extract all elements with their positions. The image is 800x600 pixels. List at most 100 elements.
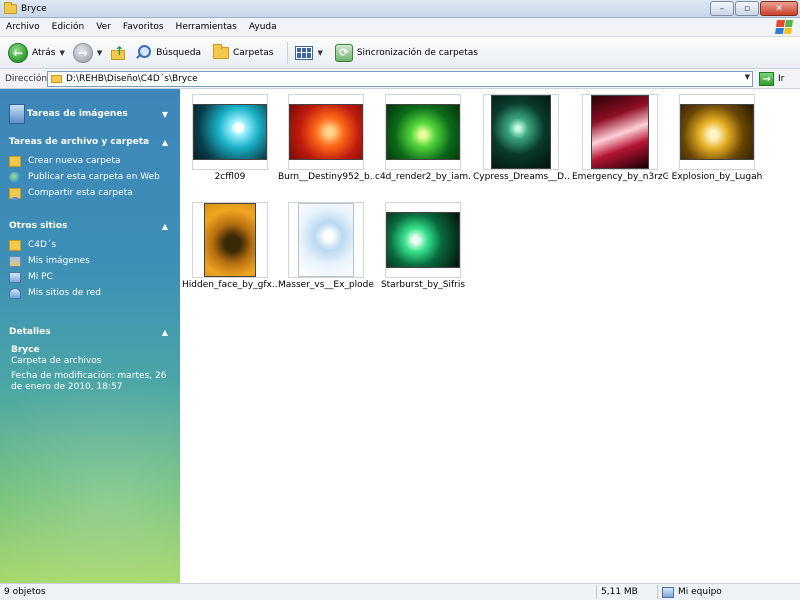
chevron-up-icon[interactable]: ▲	[162, 328, 168, 337]
chevron-down-icon[interactable]: ▼	[745, 73, 750, 81]
menu-bar: Archivo Edición Ver Favoritos Herramient…	[0, 18, 800, 37]
my-pictures-icon	[9, 255, 21, 267]
status-size: 5,11 MB	[601, 587, 638, 597]
task-label: Compartir esta carpeta	[28, 188, 133, 198]
chevron-down-icon[interactable]: ▼	[97, 49, 102, 57]
address-label: Dirección	[5, 73, 48, 84]
window-controls: – ▫ ✕	[709, 1, 798, 16]
chevron-up-icon[interactable]: ▲	[162, 222, 168, 231]
file-name: Hidden_face_by_gfx...	[182, 280, 278, 290]
title-bar: Bryce – ▫ ✕	[0, 0, 800, 18]
file-item[interactable]: Burn__Destiny952_b...	[278, 89, 374, 197]
thumbnail-frame	[483, 94, 559, 170]
file-name: Explosion_by_Lugah	[671, 172, 763, 182]
details-header[interactable]: Detalles ▲	[0, 321, 180, 343]
thumbnail-frame	[192, 94, 268, 170]
task-publish-web[interactable]: Publicar esta carpeta en Web	[0, 169, 180, 185]
thumbnail-frame	[288, 94, 364, 170]
place-c4ds[interactable]: C4D´s	[0, 237, 180, 253]
views-button[interactable]: ▼	[291, 40, 326, 66]
task-label: Publicar esta carpeta en Web	[28, 172, 160, 182]
minimize-button[interactable]: –	[710, 1, 734, 16]
file-item[interactable]: 2cffl09	[182, 89, 278, 197]
image-thumbnail	[491, 95, 551, 169]
folder-icon	[51, 75, 62, 83]
file-item[interactable]: Emergency_by_n3rzGfx	[572, 89, 668, 197]
close-button[interactable]: ✕	[760, 1, 798, 16]
task-label: Crear nueva carpeta	[28, 156, 121, 166]
menu-ayuda[interactable]: Ayuda	[243, 18, 283, 37]
file-name: Burn__Destiny952_b...	[278, 172, 374, 182]
thumbnail-frame	[582, 94, 658, 170]
place-network[interactable]: Mis sitios de red	[0, 285, 180, 301]
thumbnail-frame	[385, 202, 461, 278]
menu-edicion[interactable]: Edición	[46, 18, 91, 37]
sync-folders-button[interactable]: ⟳ Sincronización de carpetas	[331, 40, 482, 66]
search-label: Búsqueda	[156, 47, 201, 58]
menu-archivo[interactable]: Archivo	[0, 18, 46, 37]
forward-button[interactable]: → ▼	[69, 40, 106, 66]
share-folder-icon	[9, 187, 21, 200]
file-tasks-title: Tareas de archivo y carpeta	[9, 137, 150, 147]
toolbar: ← Atrás ▼ → ▼ ↑ Búsqueda Carpetas ▼ ⟳ Si…	[0, 37, 800, 69]
file-view: 2cffl09 Burn__Destiny952_b... c4d_render…	[180, 89, 800, 583]
details-body: Bryce Carpeta de archivos Fecha de modif…	[0, 345, 180, 393]
network-places-icon	[9, 287, 21, 299]
status-location-cell: Mi equipo	[658, 584, 722, 600]
file-item[interactable]: Explosion_by_Lugah	[669, 89, 765, 197]
chevron-up-icon[interactable]: ▲	[162, 138, 168, 147]
file-name: Masser_vs__Ex_plode...	[278, 280, 374, 290]
menu-herramientas[interactable]: Herramientas	[170, 18, 243, 37]
go-button[interactable]: → Ir	[759, 72, 784, 86]
image-tasks-header[interactable]: Tareas de imágenes ▼	[0, 103, 180, 125]
image-thumbnail	[591, 95, 649, 169]
file-tasks-section: Tareas de archivo y carpeta ▲ Crear nuev…	[0, 131, 180, 201]
chevron-down-icon[interactable]: ▼	[317, 49, 322, 57]
task-share-folder[interactable]: Compartir esta carpeta	[0, 185, 180, 201]
go-label: Ir	[778, 74, 785, 84]
details-modified: Fecha de modificación: martes, 26 de ene…	[11, 371, 167, 392]
other-places-header[interactable]: Otros sitios ▲	[0, 215, 180, 237]
details-name: Bryce	[11, 345, 40, 355]
file-item[interactable]: Hidden_face_by_gfx...	[182, 197, 278, 305]
back-button[interactable]: ← Atrás ▼	[4, 40, 69, 66]
chevron-down-icon[interactable]: ▼	[162, 110, 168, 119]
go-arrow-icon: →	[759, 72, 774, 86]
image-thumbnail	[386, 104, 460, 160]
up-folder-button[interactable]: ↑	[106, 40, 130, 66]
computer-icon	[9, 271, 21, 283]
thumbnail-frame	[192, 202, 268, 278]
image-tasks-icon	[9, 104, 25, 124]
folder-icon	[4, 1, 17, 14]
other-places-section: Otros sitios ▲ C4D´s Mis imágenes Mi PC …	[0, 215, 180, 301]
maximize-button[interactable]: ▫	[735, 1, 759, 16]
image-thumbnail	[289, 104, 363, 160]
image-thumbnail	[298, 203, 354, 277]
file-item[interactable]: Starburst_by_Sifris	[375, 197, 471, 305]
other-places-title: Otros sitios	[9, 221, 68, 231]
file-item[interactable]: c4d_render2_by_iam...	[375, 89, 471, 197]
menu-favoritos[interactable]: Favoritos	[117, 18, 170, 37]
address-input[interactable]: D:\REHB\Diseño\C4D´s\Bryce ▼	[47, 71, 753, 87]
windows-logo-icon	[775, 20, 793, 34]
up-folder-icon: ↑	[110, 44, 126, 62]
task-new-folder[interactable]: Crear nueva carpeta	[0, 153, 180, 169]
file-item[interactable]: Cypress_Dreams__D...	[473, 89, 569, 197]
place-my-pictures[interactable]: Mis imágenes	[0, 253, 180, 269]
back-label: Atrás	[32, 47, 56, 58]
search-icon	[134, 44, 152, 62]
web-publish-icon	[9, 171, 21, 183]
folders-label: Carpetas	[232, 47, 274, 58]
file-item[interactable]: Masser_vs__Ex_plode...	[278, 197, 374, 305]
sync-icon: ⟳	[334, 43, 353, 62]
folders-icon	[212, 43, 229, 59]
chevron-down-icon[interactable]: ▼	[59, 49, 64, 57]
place-my-pc[interactable]: Mi PC	[0, 269, 180, 285]
place-label: Mi PC	[28, 272, 53, 282]
place-label: C4D´s	[28, 240, 57, 250]
folders-button[interactable]: Carpetas	[209, 40, 277, 66]
search-button[interactable]: Búsqueda	[130, 40, 205, 66]
views-icon	[295, 45, 314, 60]
menu-ver[interactable]: Ver	[90, 18, 117, 37]
file-tasks-header[interactable]: Tareas de archivo y carpeta ▲	[0, 131, 180, 153]
